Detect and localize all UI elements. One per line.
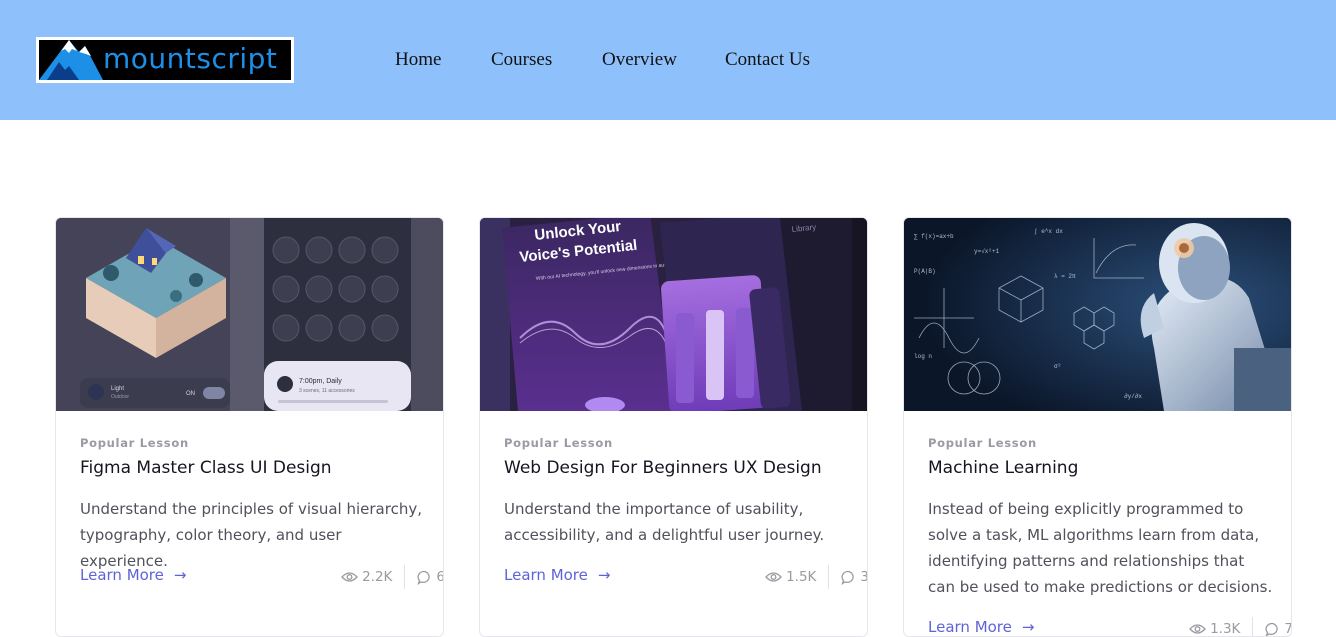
card-title[interactable]: Figma Master Class UI Design <box>80 458 332 478</box>
course-card[interactable]: Unlock Your Voice's Potential With our A… <box>479 217 868 637</box>
learn-more-link[interactable]: Learn More → <box>928 618 1034 636</box>
eye-icon <box>1189 624 1206 634</box>
learn-more-link[interactable]: Learn More → <box>80 566 186 584</box>
comment-icon <box>841 570 855 585</box>
site-header: mountscript Home Courses Overview Contac… <box>0 0 1336 120</box>
nav-overview[interactable]: Overview <box>602 47 677 73</box>
views-count: 2.2K <box>362 569 393 585</box>
eye-icon <box>341 572 358 582</box>
nav-home[interactable]: Home <box>395 47 441 73</box>
logo-text: mountscript <box>103 42 278 75</box>
divider <box>1252 617 1254 636</box>
divider <box>828 565 830 589</box>
svg-text:∂y/∂x: ∂y/∂x <box>1124 393 1142 400</box>
comments-count: 6 <box>436 569 443 585</box>
svg-text:λ = 2π: λ = 2π <box>1054 273 1076 280</box>
scenes-label: 3 scenes, 11 accessories <box>299 388 355 394</box>
learn-more-label: Learn More <box>504 566 588 584</box>
learn-more-label: Learn More <box>928 618 1012 636</box>
card-tag: Popular Lesson <box>504 436 613 450</box>
card-description: Understand the principles of visual hier… <box>80 500 422 570</box>
learn-more-link[interactable]: Learn More → <box>504 566 610 584</box>
comment-icon <box>1265 622 1279 636</box>
time-label: 7:00pm, Daily <box>299 378 342 385</box>
divider <box>404 565 406 589</box>
card-tag: Popular Lesson <box>80 436 189 450</box>
nav-contact-us[interactable]: Contact Us <box>725 47 810 73</box>
arrow-right-icon: → <box>597 566 611 584</box>
course-card[interactable]: Light Outdoor ON 7:00pm, Daily 3 scenes,… <box>55 217 444 637</box>
card-tag: Popular Lesson <box>928 436 1037 450</box>
card-stats: 2.2K 6 <box>341 565 443 589</box>
learn-more-label: Learn More <box>80 566 164 584</box>
svg-text:P(A|B): P(A|B) <box>914 268 936 275</box>
card-stats: 1.5K 3 <box>765 565 867 589</box>
card-title[interactable]: Machine Learning <box>928 458 1078 478</box>
svg-text:log n: log n <box>914 353 932 360</box>
toggle-label: ON <box>186 391 195 397</box>
course-thumbnail: Light Outdoor ON 7:00pm, Daily 3 scenes,… <box>56 218 443 411</box>
course-thumbnail: Unlock Your Voice's Potential With our A… <box>480 218 867 411</box>
views-count: 1.5K <box>786 569 817 585</box>
card-description: Understand the importance of usability, … <box>504 500 825 544</box>
arrow-right-icon: → <box>173 566 187 584</box>
svg-text:∑ f(x)=ax+b: ∑ f(x)=ax+b <box>914 233 954 240</box>
comments-count: 7 <box>1284 621 1291 636</box>
course-thumbnail: ∑ f(x)=ax+b y=√x²+1 ∫ e^x dx P(A|B) λ = … <box>904 218 1291 411</box>
site-logo[interactable]: mountscript <box>36 37 294 83</box>
svg-text:∫ e^x dx: ∫ e^x dx <box>1034 228 1063 235</box>
comments-count: 3 <box>860 569 867 585</box>
card-title[interactable]: Web Design For Beginners UX Design <box>504 458 822 478</box>
views-count: 1.3K <box>1210 621 1241 637</box>
course-card[interactable]: ∑ f(x)=ax+b y=√x²+1 ∫ e^x dx P(A|B) λ = … <box>903 217 1292 637</box>
comment-icon <box>417 570 431 585</box>
eye-icon <box>765 572 782 582</box>
light-label: Light <box>111 386 124 392</box>
mountain-logo-icon <box>39 40 103 80</box>
light-sub-label: Outdoor <box>111 394 129 400</box>
arrow-right-icon: → <box>1021 618 1035 636</box>
svg-text:σ²: σ² <box>1054 363 1061 370</box>
svg-text:y=√x²+1: y=√x²+1 <box>974 248 1000 255</box>
card-description: Instead of being explicitly programmed t… <box>928 500 1273 596</box>
logo-inner: mountscript <box>39 40 291 80</box>
nav-courses[interactable]: Courses <box>491 47 552 73</box>
card-stats: 1.3K 7 <box>1189 617 1291 637</box>
